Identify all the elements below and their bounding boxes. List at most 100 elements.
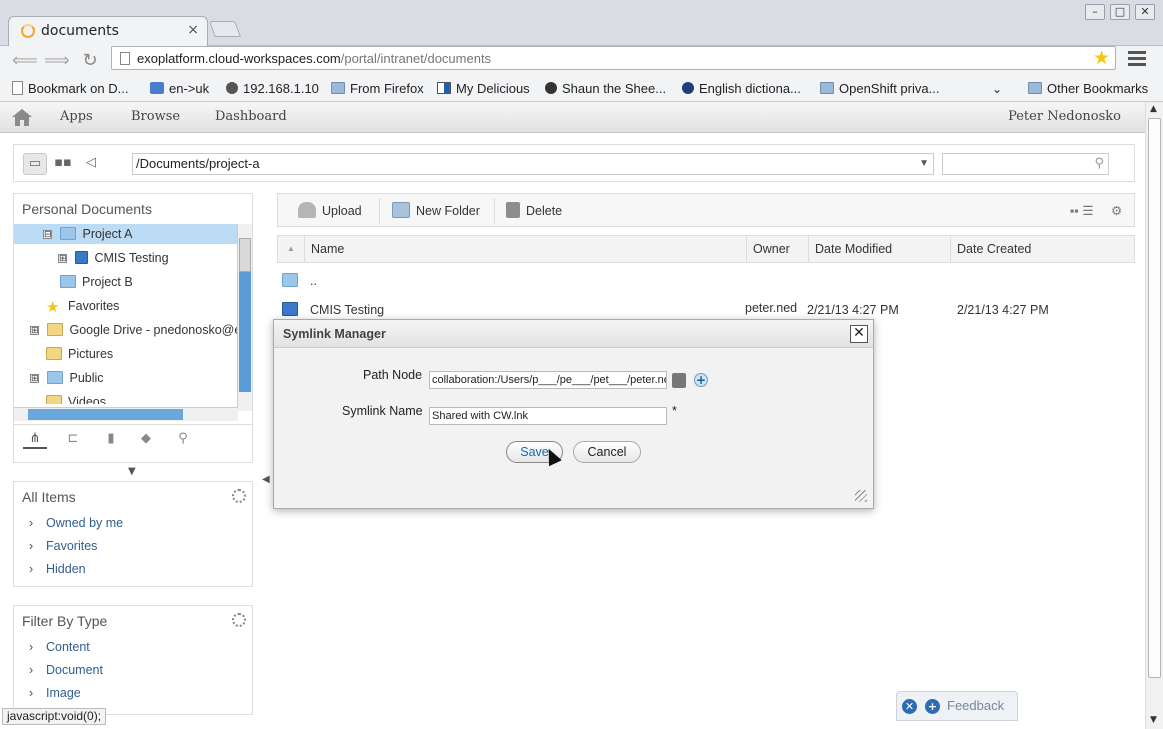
bookmark-item[interactable]: 192.168.1.10	[226, 79, 319, 99]
expand-icon[interactable]: ⊞	[30, 374, 39, 383]
relations-icon[interactable]: ⊏	[61, 431, 85, 449]
bookmark-item[interactable]: Bookmark on D...	[12, 79, 128, 99]
new-tab-button[interactable]	[209, 21, 241, 37]
collapse-sidebar-icon[interactable]: ◀	[262, 474, 270, 485]
current-path-field[interactable]: /Documents/project-a ▼	[132, 153, 934, 175]
close-icon[interactable]: ✕	[902, 699, 917, 714]
scroll-down-icon[interactable]: ▼	[1150, 715, 1157, 725]
path-dropdown-icon[interactable]: ▼	[919, 154, 929, 174]
tree-item-cmis-testing[interactable]: ⊞ CMIS Testing	[58, 248, 169, 268]
tree-hscroll-thumb[interactable]	[28, 409, 183, 420]
thumbnail-view-icon[interactable]: ▪▪ ☰	[1070, 201, 1094, 221]
document-link-icon	[75, 251, 89, 264]
add-icon[interactable]: +	[925, 699, 940, 714]
settings-gear-icon[interactable]: ⚙	[1111, 201, 1122, 221]
address-bar[interactable]: exoplatform.cloud-workspaces.com/portal/…	[111, 46, 1116, 70]
tree-item-videos[interactable]: Videos	[46, 392, 106, 404]
forward-icon[interactable]: ⟹	[44, 49, 70, 73]
dialog-header[interactable]: Symlink Manager ✕	[274, 320, 873, 348]
add-path-icon[interactable]: +	[694, 373, 708, 387]
list-view-icon[interactable]: ▭	[23, 153, 47, 175]
cancel-button[interactable]: Cancel	[573, 441, 641, 463]
maximize-button[interactable]: □	[1110, 4, 1130, 20]
resize-handle[interactable]	[855, 490, 867, 502]
other-bookmarks[interactable]: Other Bookmarks	[1028, 79, 1148, 99]
tree-item-favorites[interactable]: ★ Favorites	[46, 296, 119, 316]
required-mark: *	[672, 404, 677, 418]
bookmark-item[interactable]: Shaun the Shee...	[545, 79, 666, 99]
delete-button[interactable]: Delete	[506, 201, 562, 221]
all-items-settings-gear-icon[interactable]	[232, 489, 246, 503]
scroll-up-icon[interactable]: ▲	[1150, 104, 1157, 114]
home-icon[interactable]	[10, 107, 34, 127]
collapse-icon[interactable]: ⊟	[43, 230, 52, 239]
expand-icon[interactable]: ⊞	[58, 254, 67, 263]
nav-browse[interactable]: Browse	[131, 109, 180, 124]
tree-horizontal-scrollbar[interactable]	[14, 407, 238, 421]
column-date-created[interactable]: Date Created	[957, 236, 1031, 262]
dialog-title: Symlink Manager	[283, 327, 386, 341]
bookmark-item[interactable]: My Delicious	[437, 79, 530, 99]
feedback-widget[interactable]: ✕ + Feedback	[896, 691, 1018, 721]
column-date-modified[interactable]: Date Modified	[815, 236, 892, 262]
bookmark-item[interactable]: English dictiona...	[682, 79, 801, 99]
browser-tab[interactable]: documents ×	[8, 16, 208, 46]
filter-settings-gear-icon[interactable]	[232, 613, 246, 627]
filter-by-type-title: Filter By Type	[22, 613, 108, 629]
path-node-field[interactable]: collaboration:/Users/p___/pe___/pet___/p…	[429, 371, 667, 389]
bookmark-item[interactable]: OpenShift priva...	[820, 79, 939, 99]
file-name[interactable]: ..	[310, 268, 317, 294]
sort-icon[interactable]: ▲	[287, 236, 295, 262]
clipboard-icon[interactable]: ▮	[99, 431, 123, 449]
grid-view-icon[interactable]: ▪▪	[51, 153, 75, 175]
page-scrollbar[interactable]: ▲ ▼	[1145, 102, 1163, 729]
close-window-button[interactable]: ✕	[1135, 4, 1155, 20]
trash-icon[interactable]	[672, 373, 686, 388]
close-icon[interactable]: ✕	[850, 325, 868, 343]
bookmark-item[interactable]: From Firefox	[331, 79, 424, 99]
bookmarks-overflow-chevron-icon[interactable]: ⌄	[992, 79, 1002, 99]
upload-button[interactable]: Upload	[298, 201, 362, 221]
symlink-name-field[interactable]: Shared with CW.lnk	[429, 407, 667, 425]
tree-vertical-scrollbar[interactable]	[237, 224, 252, 411]
column-owner[interactable]: Owner	[753, 236, 790, 262]
tree-item-public[interactable]: ⊞ Public	[30, 368, 104, 388]
tab-close-button[interactable]: ×	[187, 22, 199, 38]
back-icon[interactable]: ⟸	[12, 49, 38, 73]
scroll-thumb[interactable]	[1148, 118, 1161, 678]
bookmark-star-icon[interactable]: ★	[1093, 47, 1110, 69]
search-input[interactable]: ⚲	[942, 153, 1109, 175]
filter-owned-by-me[interactable]: Owned by me	[14, 512, 252, 535]
tree-item-pictures[interactable]: Pictures	[46, 344, 113, 364]
tag-icon[interactable]: ◆	[134, 431, 158, 449]
back-arrow-icon[interactable]: ◁	[79, 153, 103, 175]
nav-apps[interactable]: Apps	[60, 109, 93, 124]
nav-dashboard[interactable]: Dashboard	[215, 109, 287, 124]
filter-type-image[interactable]: Image	[14, 682, 252, 705]
tree-item-project-a[interactable]: ⊟ Project A	[14, 224, 238, 244]
tree-scroll-track[interactable]	[239, 272, 251, 392]
saved-search-icon[interactable]: ⚲	[171, 431, 195, 449]
tree-hierarchy-icon[interactable]: ⋔	[23, 431, 47, 449]
chrome-menu-icon[interactable]	[1128, 51, 1146, 67]
search-icon[interactable]: ⚲	[1094, 156, 1104, 171]
tree-item-project-b[interactable]: Project B	[60, 272, 133, 292]
bookmark-item[interactable]: en->uk	[150, 79, 209, 99]
minimize-button[interactable]: –	[1085, 4, 1105, 20]
expand-icon[interactable]: ⊞	[30, 326, 39, 335]
reload-icon[interactable]: ↻	[78, 49, 102, 73]
filter-favorites[interactable]: Favorites	[14, 535, 252, 558]
filter-type-content[interactable]: Content	[14, 636, 252, 659]
filter-type-document[interactable]: Document	[14, 659, 252, 682]
tree-scroll-thumb[interactable]	[239, 238, 251, 272]
tree-item-google-drive[interactable]: ⊞ Google Drive - pnedonosko@e	[30, 320, 238, 340]
column-name[interactable]: Name	[311, 236, 344, 262]
document-action-bar: Upload New Folder Delete ▪▪ ☰ ⚙	[277, 193, 1135, 227]
user-name[interactable]: Peter Nedonosko	[1008, 109, 1121, 124]
panel-toggle-down-icon[interactable]: ▼	[128, 466, 136, 477]
filter-hidden[interactable]: Hidden	[14, 558, 252, 581]
bookmark-label: en->uk	[169, 81, 210, 96]
new-folder-button[interactable]: New Folder	[392, 201, 480, 221]
table-row[interactable]: ..	[277, 268, 1135, 294]
url-host: exoplatform.cloud-workspaces.com	[137, 51, 341, 66]
